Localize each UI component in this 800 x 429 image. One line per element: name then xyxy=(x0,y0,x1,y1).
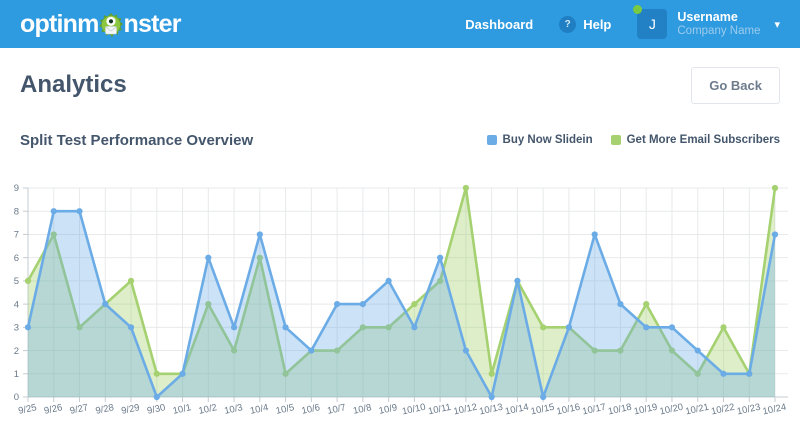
svg-text:10/11: 10/11 xyxy=(427,402,452,418)
svg-text:10/8: 10/8 xyxy=(352,402,372,417)
svg-text:9/25: 9/25 xyxy=(17,402,37,417)
svg-text:6: 6 xyxy=(14,253,19,264)
svg-text:10/22: 10/22 xyxy=(710,402,736,418)
chart-title: Split Test Performance Overview xyxy=(20,131,254,149)
svg-text:0: 0 xyxy=(14,392,19,403)
svg-text:4: 4 xyxy=(14,299,19,310)
svg-text:10/20: 10/20 xyxy=(659,402,685,418)
svg-text:10/10: 10/10 xyxy=(401,402,427,418)
help-label: Help xyxy=(583,16,612,32)
area-chart-svg: 0 1 2 3 4 5 6 7 8 9 9/25 9/26 9/27 9/28 9/29 9/30 10/1 10… xyxy=(14,183,788,418)
username-label: Username xyxy=(677,10,738,25)
svg-text:10/19: 10/19 xyxy=(633,402,659,418)
svg-text:10/5: 10/5 xyxy=(275,402,295,417)
svg-text:9/26: 9/26 xyxy=(43,402,63,417)
top-navbar: optinm nster Dashboard ? Help J Username… xyxy=(0,0,800,48)
help-link[interactable]: ? Help xyxy=(559,15,612,33)
logo-text-suffix: nster xyxy=(123,9,182,38)
page-title: Analytics xyxy=(20,71,127,98)
optinmonster-logo[interactable]: optinm nster xyxy=(20,10,181,39)
svg-text:10/6: 10/6 xyxy=(301,402,321,417)
svg-text:8: 8 xyxy=(14,206,19,217)
svg-text:10/3: 10/3 xyxy=(223,402,243,417)
svg-text:9/30: 9/30 xyxy=(146,402,166,417)
logo-text-prefix: optinm xyxy=(20,9,99,38)
svg-text:10/15: 10/15 xyxy=(530,402,556,418)
svg-text:10/2: 10/2 xyxy=(198,402,218,417)
chevron-down-icon: ▾ xyxy=(774,18,780,31)
split-test-chart: 0 1 2 3 4 5 6 7 8 9 9/25 9/26 9/27 9/28 9/29 9/30 10/1 10… xyxy=(0,158,800,429)
legend-item-get-more-email-subscribers: Get More Email Subscribers xyxy=(610,134,780,146)
svg-text:10/21: 10/21 xyxy=(684,402,710,418)
svg-text:9/27: 9/27 xyxy=(69,402,89,417)
svg-text:7: 7 xyxy=(14,230,19,241)
chart-header-row: Split Test Performance Overview Buy Now … xyxy=(0,122,800,158)
svg-text:10/1: 10/1 xyxy=(172,402,192,417)
page-header: Analytics Go Back xyxy=(0,48,800,122)
chart-legend: Buy Now Slidein Get More Email Subscribe… xyxy=(486,134,780,146)
company-name-label: Company Name xyxy=(677,24,761,37)
svg-text:10/7: 10/7 xyxy=(326,402,346,417)
svg-text:10/13: 10/13 xyxy=(478,402,504,418)
svg-text:2: 2 xyxy=(14,346,19,357)
svg-text:9/28: 9/28 xyxy=(95,402,115,417)
legend-item-buy-now-slidein: Buy Now Slidein xyxy=(486,134,593,146)
legend-swatch-blue xyxy=(486,135,497,145)
avatar: J xyxy=(637,9,668,39)
svg-text:3: 3 xyxy=(14,323,19,334)
legend-label: Get More Email Subscribers xyxy=(626,134,780,146)
svg-text:10/18: 10/18 xyxy=(607,402,633,418)
svg-text:10/24: 10/24 xyxy=(762,402,788,418)
legend-swatch-green xyxy=(610,135,621,145)
go-back-button[interactable]: Go Back xyxy=(691,66,780,104)
svg-text:10/9: 10/9 xyxy=(378,402,398,417)
legend-label: Buy Now Slidein xyxy=(502,134,593,146)
svg-text:10/12: 10/12 xyxy=(453,402,479,418)
svg-text:9: 9 xyxy=(14,183,19,194)
svg-text:5: 5 xyxy=(14,276,19,287)
svg-text:10/4: 10/4 xyxy=(249,402,269,417)
svg-text:9/29: 9/29 xyxy=(120,402,140,417)
svg-text:1: 1 xyxy=(14,369,19,380)
svg-text:10/23: 10/23 xyxy=(736,402,762,418)
svg-text:10/14: 10/14 xyxy=(504,402,530,418)
dashboard-link[interactable]: Dashboard xyxy=(465,17,533,32)
monster-mascot-icon xyxy=(99,13,124,37)
svg-text:10/17: 10/17 xyxy=(581,402,607,418)
svg-text:10/16: 10/16 xyxy=(556,402,582,418)
user-menu[interactable]: J Username Company Name ▾ xyxy=(633,5,780,39)
question-mark-icon: ? xyxy=(559,15,577,33)
